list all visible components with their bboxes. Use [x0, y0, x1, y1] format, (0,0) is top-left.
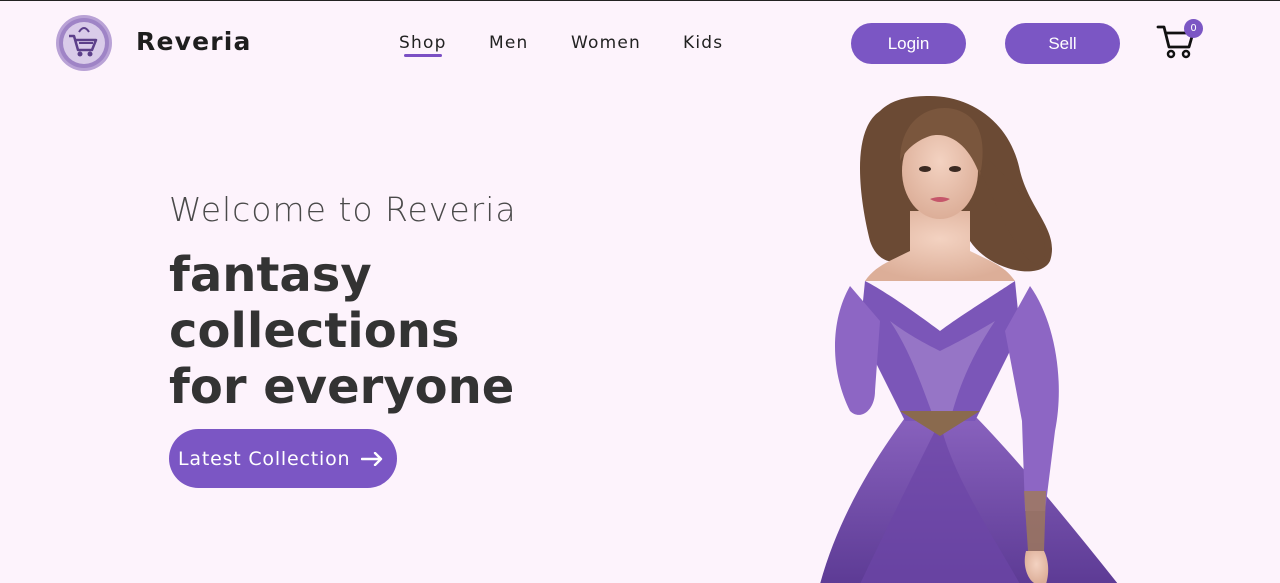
- brand-logo-icon[interactable]: [55, 14, 113, 72]
- brand-name[interactable]: Reveria: [136, 27, 252, 56]
- sell-button[interactable]: Sell: [1005, 23, 1120, 64]
- active-nav-underline: [404, 54, 442, 57]
- cart-count-badge: 0: [1184, 19, 1203, 38]
- cta-label: Latest Collection: [178, 447, 351, 470]
- hero-model-image: [760, 91, 1120, 583]
- login-button[interactable]: Login: [851, 23, 966, 64]
- headline-line: collections: [169, 303, 460, 359]
- welcome-text: Welcome to Reveria: [169, 190, 517, 229]
- hero-headline: fantasy collections for everyone: [169, 247, 514, 415]
- arrow-right-icon: [361, 451, 383, 466]
- nav-shop[interactable]: Shop: [399, 33, 447, 53]
- navbar: Reveria Shop Men Women Kids Login Sell 0: [0, 1, 1280, 85]
- headline-line: fantasy: [169, 247, 372, 303]
- headline-line: for everyone: [169, 359, 515, 415]
- latest-collection-button[interactable]: Latest Collection: [169, 429, 397, 488]
- nav-kids[interactable]: Kids: [683, 33, 723, 53]
- nav-women[interactable]: Women: [571, 33, 641, 53]
- nav-men[interactable]: Men: [489, 33, 529, 53]
